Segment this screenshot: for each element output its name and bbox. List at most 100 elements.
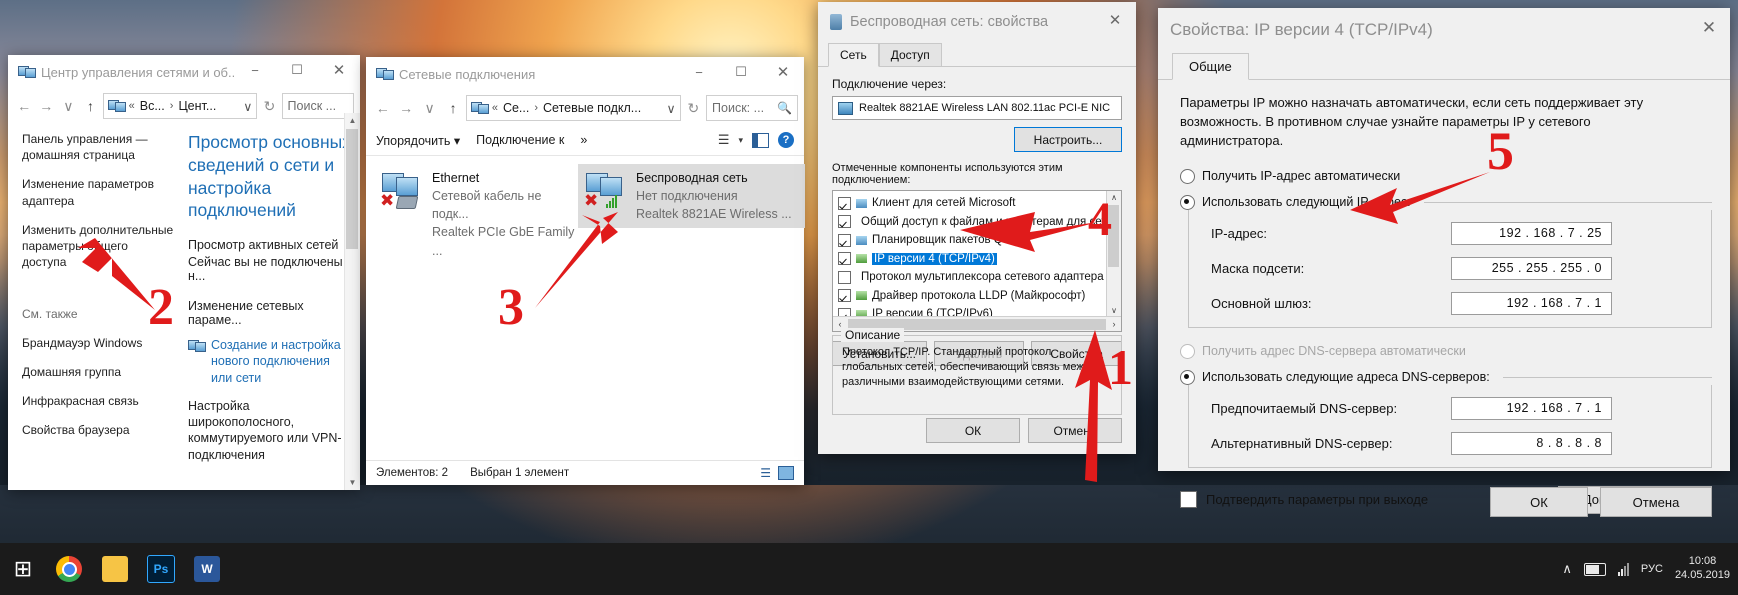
cancel-button[interactable]: Отмена [1600, 487, 1712, 517]
more-commands-button[interactable]: » [580, 133, 587, 147]
change-view-icon[interactable]: ☰ [718, 132, 730, 148]
view-dropdown-icon[interactable]: ▾ [738, 135, 743, 146]
forward-button[interactable]: → [395, 96, 416, 120]
scroll-down-arrow[interactable]: ▼ [345, 475, 360, 490]
default-gateway-row[interactable]: Основной шлюз: 192 . 168 . 7 . 1 [1211, 291, 1697, 315]
ip-address-input[interactable]: 192 . 168 . 7 . 25 [1451, 221, 1612, 245]
sidebar-item-homegroup[interactable]: Домашняя группа [22, 364, 174, 380]
dialog-titlebar[interactable]: Беспроводная сеть: свойства ✕ [818, 2, 1136, 42]
command-bar-right[interactable]: ☰ ▾ ? [718, 132, 794, 148]
sidebar-item-home[interactable]: Панель управления — домашняя страница [22, 131, 174, 163]
use-following-dns-radio[interactable] [1180, 369, 1195, 385]
caption-buttons[interactable]: ✕ [1688, 13, 1730, 47]
close-button[interactable]: ✕ [1688, 13, 1730, 43]
component-checkbox[interactable] [838, 215, 851, 229]
connections-list[interactable]: ✖ Ethernet Сетевой кабель не подк... Rea… [366, 156, 805, 456]
tabstrip[interactable]: Общие [1158, 52, 1730, 80]
breadcrumb-item-1[interactable]: Вс... [140, 99, 165, 113]
components-listbox[interactable]: Клиент для сетей Microsoft Общий доступ … [832, 190, 1122, 332]
photoshop-taskbar-icon[interactable]: Ps [138, 543, 184, 595]
vertical-scrollbar[interactable]: ▲ ▼ [344, 113, 360, 490]
refresh-button[interactable]: ↻ [259, 94, 279, 118]
help-icon[interactable]: ? [778, 132, 794, 148]
caption-buttons[interactable]: − ☐ ✕ [678, 57, 804, 91]
window-network-connections[interactable]: Сетевые подключения − ☐ ✕ ← → ∨ ↑ « Се..… [366, 57, 805, 485]
task-new-connection[interactable]: Создание и настройка нового подключения … [188, 337, 354, 386]
scrollbar-thumb[interactable] [346, 129, 358, 249]
component-row[interactable]: Планировщик пакетов QoS [833, 231, 1121, 250]
navigation-bar[interactable]: ← → ∨ ↑ « Вс... › Цент... ∨ ↻ Поиск ... [8, 89, 360, 123]
network-icon[interactable] [1617, 562, 1629, 576]
language-indicator[interactable]: РУС [1641, 563, 1663, 575]
caption-buttons[interactable]: − ☐ ✕ [234, 55, 360, 89]
large-icons-view-icon[interactable] [778, 466, 794, 480]
obtain-ip-automatically-option[interactable]: Получить IP-адрес автоматически [1180, 168, 1712, 184]
component-row[interactable]: Общий доступ к файлам и принтерам для се… [833, 213, 1121, 232]
change-adapter-settings-link[interactable]: Изменение параметров адаптера [22, 176, 174, 208]
default-gateway-input[interactable]: 192 . 168 . 7 . 1 [1451, 291, 1612, 315]
titlebar-network-sharing-center[interactable]: Центр управления сетями и об... − ☐ ✕ [8, 55, 360, 89]
show-hidden-icons-chevron[interactable]: ∧ [1562, 561, 1572, 577]
connect-to-menu[interactable]: Подключение к [476, 133, 564, 147]
address-dropdown-icon[interactable]: ∨ [666, 101, 675, 116]
tabstrip[interactable]: Сеть Доступ [818, 42, 1136, 67]
obtain-ip-automatically-radio[interactable] [1180, 168, 1195, 184]
close-button[interactable]: ✕ [318, 55, 360, 85]
tab-general[interactable]: Общие [1172, 53, 1249, 80]
ip-address-row[interactable]: IP-адрес: 192 . 168 . 7 . 25 [1211, 221, 1697, 245]
dialog-ipv4-properties[interactable]: Свойства: IP версии 4 (TCP/IPv4) ✕ Общие… [1158, 8, 1730, 517]
recent-locations-button[interactable]: ∨ [419, 96, 440, 120]
forward-button[interactable]: → [36, 94, 56, 118]
window-network-sharing-center[interactable]: Центр управления сетями и об... − ☐ ✕ ← … [8, 55, 360, 490]
ipv4-dialog-actions[interactable]: ОК Отмена [1490, 487, 1712, 517]
battery-icon[interactable] [1583, 562, 1606, 576]
obtain-dns-automatically-radio[interactable] [1180, 343, 1195, 359]
component-row[interactable]: Клиент для сетей Microsoft [833, 194, 1121, 213]
component-checkbox[interactable] [838, 233, 851, 247]
preferred-dns-input[interactable]: 192 . 168 . 7 . 1 [1451, 396, 1612, 420]
preview-pane-icon[interactable] [752, 132, 769, 148]
caption-buttons[interactable]: ✕ [1094, 5, 1136, 39]
configure-button[interactable]: Настроить... [1014, 127, 1122, 152]
maximize-button[interactable]: ☐ [720, 57, 762, 87]
tab-network[interactable]: Сеть [828, 43, 879, 67]
breadcrumb-item-2[interactable]: Цент... [178, 99, 216, 113]
obtain-dns-automatically-option[interactable]: Получить адрес DNS-сервера автоматически [1180, 343, 1712, 359]
use-following-ip-option[interactable]: Использовать следующий IP-адрес: [1180, 194, 1712, 210]
wireless-connection-item[interactable]: ✖ Беспроводная сеть Нет подключения Real… [578, 164, 805, 229]
search-icon[interactable]: 🔍 [777, 101, 792, 115]
address-dropdown-icon[interactable]: ∨ [243, 99, 252, 114]
use-following-dns-option[interactable]: Использовать следующие адреса DNS-сервер… [1180, 369, 1712, 385]
component-checkbox[interactable] [838, 270, 851, 284]
details-view-icon[interactable]: ☰ [760, 466, 771, 480]
organize-menu[interactable]: Упорядочить ▾ [376, 133, 460, 148]
component-row[interactable]: Протокол мультиплексора сетевого адаптер… [833, 268, 1121, 287]
titlebar-network-connections[interactable]: Сетевые подключения − ☐ ✕ [366, 57, 804, 91]
validate-settings-checkbox[interactable] [1180, 491, 1197, 509]
listbox-scroll-right[interactable]: › [1107, 319, 1121, 329]
start-button[interactable]: ⊞ [0, 543, 46, 595]
tab-sharing[interactable]: Доступ [878, 43, 942, 66]
component-checkbox[interactable] [838, 196, 851, 210]
word-taskbar-icon[interactable]: W [184, 543, 230, 595]
file-explorer-taskbar-icon[interactable] [92, 543, 138, 595]
dialog-action-buttons[interactable]: ОК Отмена [926, 418, 1122, 443]
sidebar-item-infrared[interactable]: Инфракрасная связь [22, 393, 174, 409]
taskbar[interactable]: ⊞ Ps W ∧ РУС 10:08 24.05.2019 [0, 543, 1738, 595]
scroll-up-arrow[interactable]: ▲ [345, 113, 360, 128]
system-tray[interactable]: ∧ РУС 10:08 24.05.2019 [1562, 543, 1730, 595]
connection-item-ethernet[interactable]: ✖ Ethernet Сетевой кабель не подк... Rea… [374, 164, 586, 265]
refresh-button[interactable]: ↻ [683, 96, 704, 120]
breadcrumb-root[interactable]: « [492, 102, 498, 114]
up-button[interactable]: ↑ [442, 96, 463, 120]
alternate-dns-row[interactable]: Альтернативный DNS-сервер: 8 . 8 . 8 . 8 [1211, 431, 1697, 455]
close-button[interactable]: ✕ [1094, 5, 1136, 35]
ok-button[interactable]: ОК [926, 418, 1020, 443]
recent-locations-button[interactable]: ∨ [58, 94, 78, 118]
command-bar[interactable]: Упорядочить ▾ Подключение к » ☰ ▾ ? [366, 125, 804, 156]
minimize-button[interactable]: − [678, 57, 720, 87]
clock[interactable]: 10:08 24.05.2019 [1675, 555, 1730, 583]
close-button[interactable]: ✕ [762, 57, 804, 87]
use-following-ip-radio[interactable] [1180, 194, 1195, 210]
task-new-connection-label[interactable]: Создание и настройка нового подключения … [211, 337, 354, 386]
